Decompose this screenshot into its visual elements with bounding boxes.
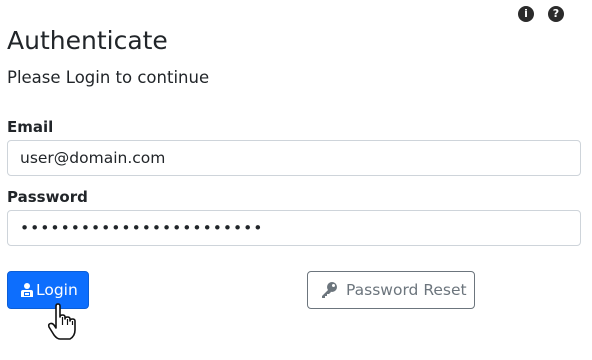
password-label: Password [7, 188, 88, 206]
page-title: Authenticate [7, 26, 168, 55]
email-label: Email [7, 118, 54, 136]
login-button[interactable]: Login [7, 271, 89, 309]
question-circle-icon[interactable]: ? [548, 6, 564, 22]
user-lock-icon [21, 283, 33, 297]
password-reset-button[interactable]: Password Reset [307, 271, 475, 309]
password-reset-label: Password Reset [346, 281, 467, 299]
email-field[interactable] [7, 140, 581, 176]
login-page: i ? Authenticate Please Login to continu… [0, 0, 592, 360]
top-icons: i ? [518, 6, 564, 22]
login-button-label: Login [36, 281, 78, 299]
info-circle-icon[interactable]: i [518, 6, 534, 22]
page-subtitle: Please Login to continue [7, 68, 210, 87]
password-field[interactable] [7, 210, 581, 246]
key-icon [322, 282, 337, 298]
